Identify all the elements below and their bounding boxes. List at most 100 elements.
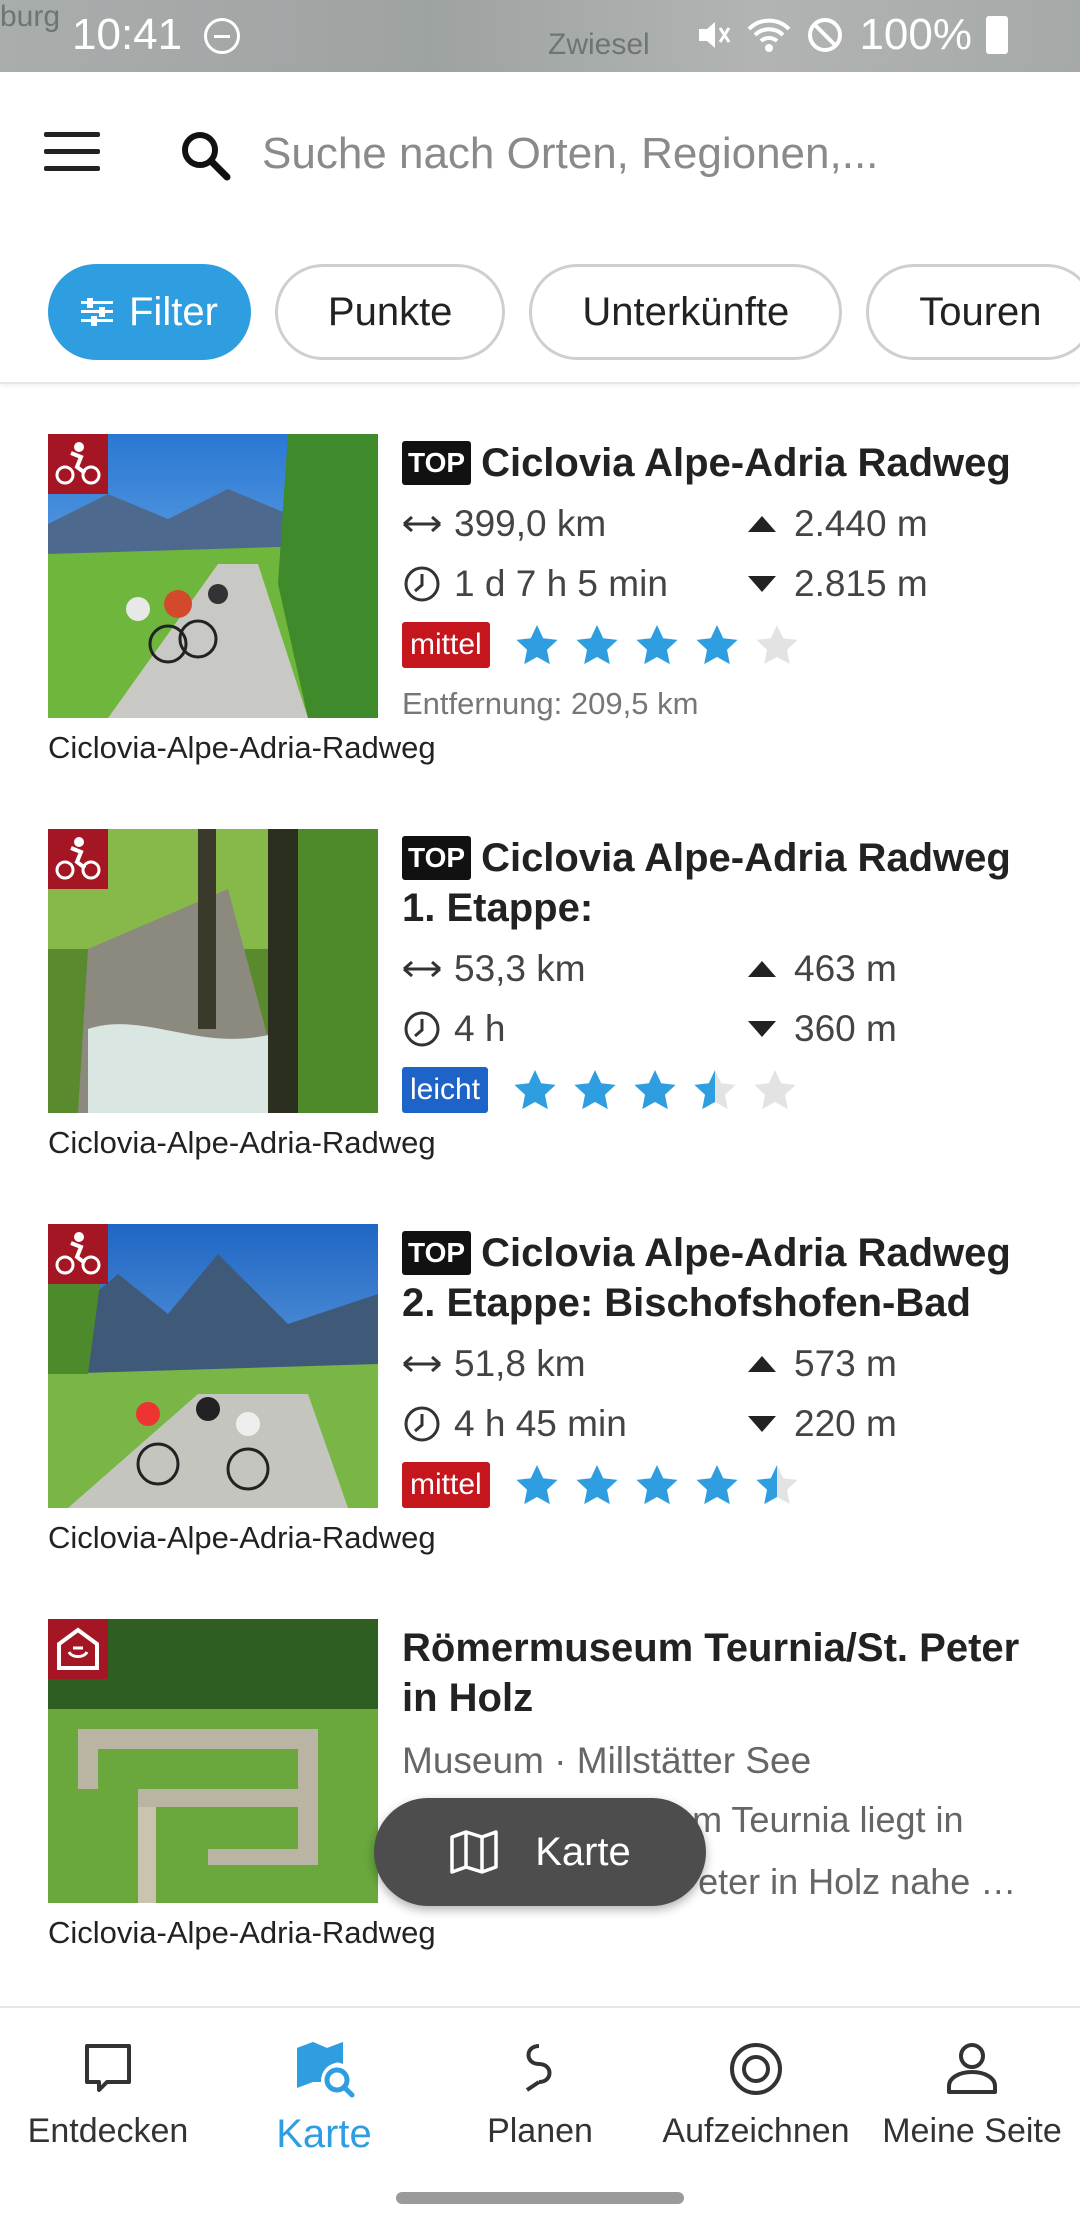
- nav-map[interactable]: Karte: [216, 2008, 432, 2176]
- item-title: TOP Ciclovia Alpe-Adria Radweg: [402, 438, 1042, 488]
- descent-icon: [742, 1404, 782, 1444]
- top-badge: TOP: [402, 441, 472, 485]
- bottom-navigation: Entdecken Karte Planen Aufzeichnen Meine…: [0, 2006, 1080, 2176]
- search-input[interactable]: [262, 118, 982, 190]
- list-item[interactable]: Ciclovia-Alpe-Adria-Radweg TOP Ciclovia A…: [0, 384, 1080, 779]
- star-icon: [756, 1465, 798, 1505]
- item-image: [48, 1619, 378, 1903]
- rating-stars: [514, 622, 800, 668]
- ascent-value: 463 m: [794, 948, 897, 989]
- nav-label: Meine Seite: [882, 2112, 1062, 2150]
- wifi-icon: [748, 18, 791, 52]
- descent-value: 220 m: [794, 1403, 897, 1444]
- status-bar: burg Zwiesel 10:41 100%: [0, 0, 1080, 72]
- home-indicator[interactable]: [396, 2192, 684, 2204]
- record-icon: [730, 2043, 782, 2095]
- item-title-text: Ciclovia Alpe-Adria Radweg 2. Etappe: Bi…: [402, 1231, 1011, 1325]
- ascent-icon: [742, 504, 782, 544]
- cycling-icon: [55, 442, 101, 485]
- ascent-value: 2.440 m: [794, 503, 928, 544]
- cycling-icon: [55, 1232, 101, 1275]
- item-image: [48, 829, 378, 1113]
- star-icon: [576, 1465, 618, 1505]
- item-title: TOP Ciclovia Alpe-Adria Radweg 2. Etappe:…: [402, 1228, 1042, 1328]
- item-title: Römermuseum Teurnia/St. Peter in Holz: [402, 1626, 1020, 1720]
- descent-icon: [742, 1009, 782, 1049]
- clock-icon: [402, 1404, 442, 1444]
- distance-icon: [402, 504, 442, 544]
- map-search-icon: [297, 2042, 355, 2098]
- star-icon: [696, 625, 738, 665]
- clock-icon: [402, 1009, 442, 1049]
- item-info: TOP Ciclovia Alpe-Adria Radweg 1. Etappe:…: [402, 833, 1042, 1117]
- nav-label: Entdecken: [27, 2112, 189, 2150]
- item-title-text: Ciclovia Alpe-Adria Radweg 1. Etappe:: [402, 836, 1011, 930]
- map-label: Zwiesel: [548, 28, 650, 61]
- category-badge: [48, 829, 108, 889]
- ascent-value: 573 m: [794, 1343, 897, 1384]
- difficulty-row: leicht: [402, 1063, 1042, 1117]
- star-icon: [756, 625, 798, 665]
- accommodations-chip[interactable]: Unterkünfte: [529, 264, 843, 360]
- profile-icon: [947, 2043, 997, 2094]
- star-icon: [636, 1465, 678, 1505]
- nav-profile[interactable]: Meine Seite: [864, 2008, 1080, 2176]
- points-chip[interactable]: Punkte: [274, 264, 506, 360]
- distance-value: 51,8 km: [454, 1343, 586, 1384]
- item-metrics: 51,8 km 573 m 4 h 45 min 220 m: [402, 1336, 1042, 1452]
- chip-label: Unterkünfte: [582, 289, 790, 334]
- route-plan-icon: [525, 2044, 552, 2092]
- image-caption: Ciclovia-Alpe-Adria-Radweg: [48, 1520, 436, 1555]
- star-icon: [576, 625, 618, 665]
- menu-icon[interactable]: [44, 132, 100, 172]
- nav-discover[interactable]: Entdecken: [0, 2008, 216, 2176]
- star-icon: [574, 1070, 616, 1110]
- map-label: burg: [0, 0, 61, 33]
- image-caption: Ciclovia-Alpe-Adria-Radweg: [48, 1915, 436, 1950]
- image-caption: Ciclovia-Alpe-Adria-Radweg: [48, 730, 436, 765]
- ascent-icon: [742, 1344, 782, 1384]
- top-bar: Filter Punkte Unterkünfte Touren: [0, 72, 1080, 384]
- map-icon: [450, 1830, 498, 1874]
- difficulty-row: mittel: [402, 1458, 1042, 1512]
- clock-icon: [402, 564, 442, 604]
- star-icon: [694, 1070, 736, 1110]
- map-button[interactable]: Karte: [374, 1798, 706, 1906]
- item-image: [48, 434, 378, 718]
- status-icons: 100%: [693, 10, 1008, 60]
- mute-icon: [699, 22, 731, 48]
- filter-chip[interactable]: Filter: [48, 264, 251, 360]
- descent-icon: [742, 564, 782, 604]
- distance-value: 399,0 km: [454, 503, 607, 544]
- category-badge: [48, 1619, 108, 1679]
- chip-label: Touren: [919, 289, 1042, 334]
- nav-label: Planen: [487, 2112, 593, 2150]
- distance-icon: [402, 949, 442, 989]
- distance-value: 53,3 km: [454, 948, 586, 989]
- star-icon: [516, 1465, 558, 1505]
- rating-stars: [512, 1067, 798, 1113]
- filter-chips: Filter Punkte Unterkünfte Touren: [48, 264, 1080, 360]
- list-item[interactable]: Ciclovia-Alpe-Adria-Radweg TOP Ciclovia A…: [0, 1174, 1080, 1569]
- item-info: TOP Ciclovia Alpe-Adria Radweg 2. Etappe:…: [402, 1228, 1042, 1512]
- item-title-text: Ciclovia Alpe-Adria Radweg: [481, 441, 1011, 485]
- tours-chip[interactable]: Touren: [866, 264, 1080, 360]
- distance-icon: [402, 1344, 442, 1384]
- star-icon: [696, 1465, 738, 1505]
- list-item[interactable]: Ciclovia-Alpe-Adria-Radweg TOP Ciclovia A…: [0, 779, 1080, 1174]
- top-badge: TOP: [402, 1231, 472, 1275]
- distance-from-user: Entfernung: 209,5 km: [402, 686, 699, 721]
- nav-record[interactable]: Aufzeichnen: [648, 2008, 864, 2176]
- item-metrics: 53,3 km 463 m 4 h 360 m: [402, 941, 1042, 1057]
- item-metrics: 399,0 km 2.440 m 1 d 7 h 5 min 2.815 m: [402, 496, 1042, 612]
- cycling-icon: [55, 837, 101, 880]
- item-title: TOP Ciclovia Alpe-Adria Radweg 1. Etappe:: [402, 833, 1042, 933]
- top-badge: TOP: [402, 836, 472, 880]
- duration-value: 1 d 7 h 5 min: [454, 563, 668, 604]
- category-badge: [48, 434, 108, 494]
- nav-plan[interactable]: Planen: [432, 2008, 648, 2176]
- museum-icon: [57, 1627, 99, 1670]
- status-time: 10:41: [72, 10, 183, 59]
- rating-stars: [514, 1462, 800, 1508]
- battery-percent: 100%: [859, 10, 972, 59]
